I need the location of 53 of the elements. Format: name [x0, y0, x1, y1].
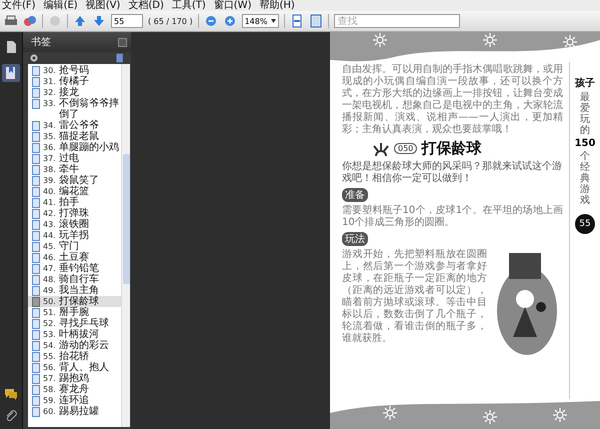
bookmark-item[interactable]: 59. 连环追	[28, 395, 121, 406]
page-number-field[interactable]: 55	[111, 14, 143, 28]
menu-item[interactable]: 视图(V)	[86, 0, 120, 11]
panel-title: 书签	[31, 36, 51, 49]
series-number: 150	[574, 138, 596, 149]
bookmark-item[interactable]: 55. 抬花轿	[28, 351, 121, 362]
bookmark-item[interactable]: 30. 抢号码	[28, 65, 121, 76]
search-field[interactable]: 查找	[334, 14, 460, 28]
zoom-dropdown[interactable]: 148%	[242, 14, 280, 28]
bookmark-item[interactable]: 37. 过电	[28, 153, 121, 164]
game-number: 050	[394, 143, 418, 154]
page-number: 55	[575, 214, 595, 234]
bookmark-item[interactable]: 46. 土豆赛	[28, 252, 121, 263]
bookmark-item[interactable]: 49. 我当主角	[28, 285, 121, 296]
series-subtitle: 个经典游戏	[580, 151, 590, 206]
menu-item[interactable]: 帮助(H)	[259, 0, 295, 11]
bookmark-item[interactable]: 38. 牵牛	[28, 164, 121, 175]
bookmark-item[interactable]: 32. 接龙	[28, 87, 121, 98]
bookmark-item[interactable]: 34. 雷公爷爷	[28, 120, 121, 131]
bookmark-item[interactable]: 43. 滚铁圈	[28, 219, 121, 230]
bookmark-item[interactable]: 56. 背人、抱人	[28, 362, 121, 373]
page-count: ( 65 / 170 )	[148, 16, 193, 26]
menu-item[interactable]: 编辑(E)	[44, 0, 78, 11]
bookmark-item[interactable]: 47. 垂钓铅笔	[28, 263, 121, 274]
bookmark-item[interactable]: 57. 踢抱鸡	[28, 373, 121, 384]
bookmark-item[interactable]: 48. 骑自行车	[28, 274, 121, 285]
lead-paragraph: 你想是想保龄球大师的风采吗？那就来试试这个游戏吧！相信你一定可以做到！	[342, 161, 563, 185]
section-heading: 准备	[342, 188, 368, 202]
body-paragraph: 游戏开始，先把塑料瓶放在圆圈上，然后第一个游戏参与者拿好皮球，在距瓶子一定距离的地方（距离的远近游戏者可以定），瞄着前方抛球或滚球。等击中目标以后，数数击倒了几个瓶子，轮流着做，看谁击倒的瓶子多，谁就获胜。	[342, 249, 487, 346]
bookmark-item[interactable]: 41. 拍手	[28, 197, 121, 208]
bookmark-item[interactable]: 44. 玩羊拐	[28, 230, 121, 241]
bookmark-item[interactable]: 54. 游动的彩云	[28, 340, 121, 351]
series-subtitle: 最爱玩的	[580, 92, 590, 136]
bookmark-item[interactable]: 36. 单腿蹦的小鸡	[28, 142, 121, 153]
body-paragraph: 自由发挥。可以用自制的手指木偶唱歌跳舞，或用现成的小玩偶自编自演一段故事，还可以换个方式，在方形大纸的边缘画上一排按钮，让舞台变成一架电视机，想象自己是电视中的主角，大家轮流播报新闻、演戏、说相声——一人演出，更加精彩；主角认真表演，观众也要鼓掌哦！	[342, 64, 563, 136]
menu-item[interactable]: 工具(T)	[172, 0, 206, 11]
bookmark-item[interactable]: 51. 掰手腕	[28, 307, 121, 318]
bookmark-item[interactable]: 52. 寻找乒乓球	[28, 318, 121, 329]
bookmark-item[interactable]: 40. 编花篮	[28, 186, 121, 197]
body-paragraph: 需要塑料瓶子10个，皮球1个。在平坦的场地上画10个排成三角形的圆圈。	[342, 205, 563, 229]
bookmark-item[interactable]: 33. 不倒翁爷爷摔倒了	[28, 98, 121, 120]
series-title: 孩子	[575, 76, 595, 90]
bookmark-item[interactable]: 60. 踢易拉罐	[28, 406, 121, 417]
bookmark-item[interactable]: 42. 打弹珠	[28, 208, 121, 219]
game-title: 打保龄球	[421, 139, 482, 158]
bookmark-item[interactable]: 35. 猫捉老鼠	[28, 131, 121, 142]
section-heading: 玩法	[342, 232, 368, 246]
bookmark-item[interactable]: 39. 袋鼠笑了	[28, 175, 121, 186]
bookmark-item[interactable]: 53. 叶柄拔河	[28, 329, 121, 340]
bookmark-item[interactable]: 31. 传橘子	[28, 76, 121, 87]
bookmark-item[interactable]: 45. 守门	[28, 241, 121, 252]
bookmark-item[interactable]: 50. 打保龄球	[28, 296, 121, 307]
bookmark-item[interactable]: 58. 赛龙舟	[28, 384, 121, 395]
